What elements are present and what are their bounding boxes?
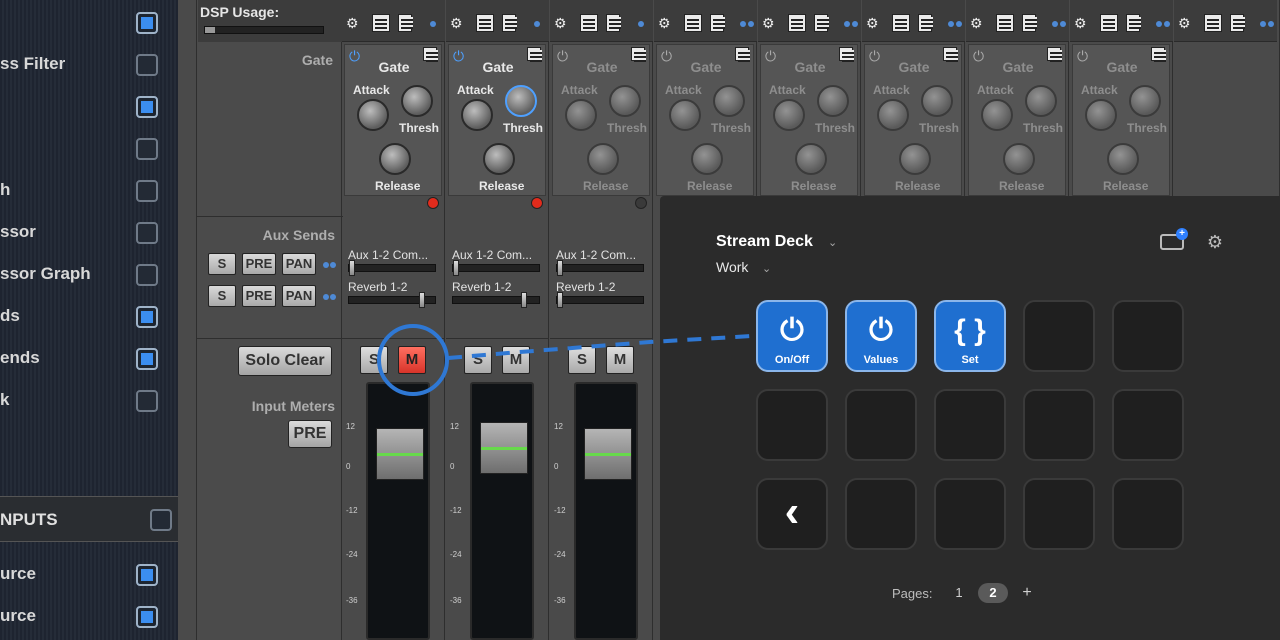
source-item-label: urce — [0, 564, 36, 583]
sidebar-item-label: ssor Graph — [0, 264, 91, 283]
sidebar-item-label: k — [0, 390, 10, 409]
sidebar-item-checkbox[interactable] — [136, 222, 158, 244]
sidebar-item[interactable] — [0, 2, 178, 42]
sidebar-item-checkbox[interactable] — [136, 306, 158, 328]
sidebar-item-label: ends — [0, 348, 40, 367]
sidebar-item[interactable]: k — [0, 380, 178, 420]
sidebar-item-checkbox[interactable] — [136, 12, 158, 34]
sidebar-item[interactable]: ssor — [0, 212, 178, 252]
sidebar-item-label: ssor — [0, 222, 36, 241]
sidebar-item-label: h — [0, 180, 11, 199]
sidebar-item[interactable]: h — [0, 170, 178, 210]
sidebar-item-checkbox[interactable] — [136, 138, 158, 160]
sidebar-item[interactable]: ds — [0, 296, 178, 336]
annotation-overlay — [377, 324, 753, 396]
sidebar-item-checkbox[interactable] — [136, 96, 158, 118]
source-item[interactable]: urce — [0, 596, 178, 636]
source-item-checkbox[interactable] — [136, 564, 158, 586]
sidebar-item[interactable] — [0, 128, 178, 168]
sidebar-item-label: ss Filter — [0, 54, 66, 73]
source-item[interactable]: urce — [0, 554, 178, 594]
sidebar-item[interactable]: ends — [0, 338, 178, 378]
sidebar-item-checkbox[interactable] — [136, 348, 158, 370]
sidebar-item[interactable] — [0, 86, 178, 126]
sidebar-item-checkbox[interactable] — [136, 390, 158, 412]
sidebar-item[interactable]: ss Filter — [0, 44, 178, 84]
sidebar-item-label: ds — [0, 306, 20, 325]
highlight-circle — [377, 324, 449, 396]
sidebar-item-checkbox[interactable] — [136, 264, 158, 286]
sidebar-item-checkbox[interactable] — [136, 54, 158, 76]
sidebar-item-checkbox[interactable] — [136, 180, 158, 202]
source-item-label: urce — [0, 606, 36, 625]
source-item-checkbox[interactable] — [136, 606, 158, 628]
connector-dashed-line — [447, 334, 753, 360]
sidebar-item[interactable]: ssor Graph — [0, 254, 178, 294]
